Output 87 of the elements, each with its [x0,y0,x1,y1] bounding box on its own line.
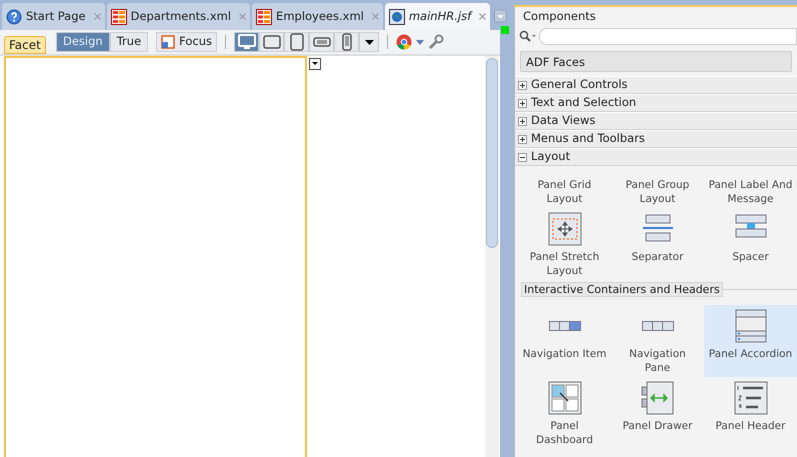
palette-item[interactable]: Panel Group Layout [611,170,704,208]
collapse-icon[interactable] [518,152,527,162]
item-label: Panel Dashboard [535,419,594,447]
dropdown-icon[interactable] [309,58,321,70]
search-field[interactable] [539,28,797,44]
monitor-icon [238,34,256,50]
tab-label: mainHR.jsf [408,8,472,25]
phone-icon [342,33,352,51]
stretch-layout-icon [548,212,582,246]
facet-tab[interactable]: Facet [4,36,46,54]
search-icon[interactable] [519,30,537,42]
tab-bar-icon [642,321,674,331]
category-label: Text and Selection [531,94,636,112]
tab-label: Departments.xml [130,8,232,25]
editor-tab[interactable]: mainHR.jsf [384,3,490,30]
item-label: Spacer [732,250,769,264]
panel-title: Components [522,8,597,25]
caret-icon [364,40,374,44]
tablet-landscape-icon [262,35,280,49]
item-label: Separator [632,250,684,264]
expand-icon[interactable] [518,98,527,108]
expand-icon[interactable] [518,116,527,126]
item-label: Panel Header [716,419,786,433]
category-label: General Controls [531,76,628,94]
tab-label: Employees.xml [276,8,364,25]
section-header: Interactive Containers and Headers [521,282,723,297]
item-label: Panel Accordion [708,347,792,361]
category-label: Menus and Toolbars [531,130,645,148]
item-label: Panel Grid Layout [536,178,592,206]
category-header[interactable]: Text and Selection [515,94,797,112]
palette-item[interactable]: Panel Label And Message [704,170,797,208]
focus-button[interactable]: Focus [156,32,217,52]
item-label: Panel Drawer [622,419,692,433]
scrollbar[interactable] [485,56,499,457]
tablet-icon [290,33,304,51]
palette-item[interactable]: Spacer [704,208,797,280]
document-icon [256,8,272,24]
library-dropdown[interactable]: ADF Faces [520,51,792,72]
tab-label: Start Page [26,8,86,25]
device-button[interactable] [284,32,309,52]
accordion-icon [734,309,768,343]
item-label: Panel Group Layout [624,178,690,206]
expand-icon[interactable] [518,134,527,144]
palette-item[interactable]: Panel Accordion [704,305,797,377]
category-header[interactable]: Menus and Toolbars [515,130,797,148]
item-label: Navigation Item [522,347,606,361]
palette-item[interactable]: Separator [611,208,704,280]
editor-tab[interactable]: Employees.xml [252,3,383,30]
tab-bar-icon [548,321,580,331]
item-label: Navigation Pane [628,347,687,375]
category-label: Layout [531,148,570,166]
palette-item[interactable]: Panel Header [704,377,797,449]
category-header[interactable]: Data Views [515,112,797,130]
palette-item[interactable]: Panel Dashboard [518,377,611,449]
focus-icon [161,35,176,49]
category-header[interactable]: General Controls [515,76,797,94]
status-indicator [501,26,509,34]
close-icon[interactable] [479,13,486,20]
wrench-icon[interactable] [428,34,444,50]
palette-item[interactable]: Panel Stretch Layout [518,208,611,280]
numbered-list-icon [734,381,768,415]
mode-toggle[interactable]: True [110,32,148,52]
globe-page-icon [388,8,405,24]
document-icon [110,8,127,24]
expand-icon[interactable] [518,80,527,90]
help-icon [6,8,22,24]
category-label: Data Views [531,112,596,130]
palette-item[interactable]: Panel Drawer [611,377,704,449]
palette-item[interactable]: Panel Grid Layout [518,170,611,208]
drawer-icon [640,381,674,415]
category-header[interactable]: Layout [515,148,797,166]
dropdown-button[interactable] [359,32,379,52]
device-button[interactable] [309,32,334,52]
palette-item[interactable]: Navigation Pane [611,305,704,377]
palette-item[interactable]: Navigation Item [518,305,611,377]
device-button[interactable] [259,32,284,52]
editor-tab[interactable]: Start Page [2,3,105,30]
browser-icon[interactable] [396,34,412,50]
phone-landscape-icon [312,37,330,47]
item-label: Panel Stretch Layout [528,250,600,278]
editor-tab[interactable]: Departments.xml [106,3,250,30]
device-button[interactable] [334,32,359,52]
device-button[interactable] [234,32,259,52]
tab-list-icon[interactable] [494,8,507,24]
caret-icon[interactable] [416,40,424,44]
item-label: Panel Label And Message [708,178,793,206]
dashboard-icon [548,381,582,415]
